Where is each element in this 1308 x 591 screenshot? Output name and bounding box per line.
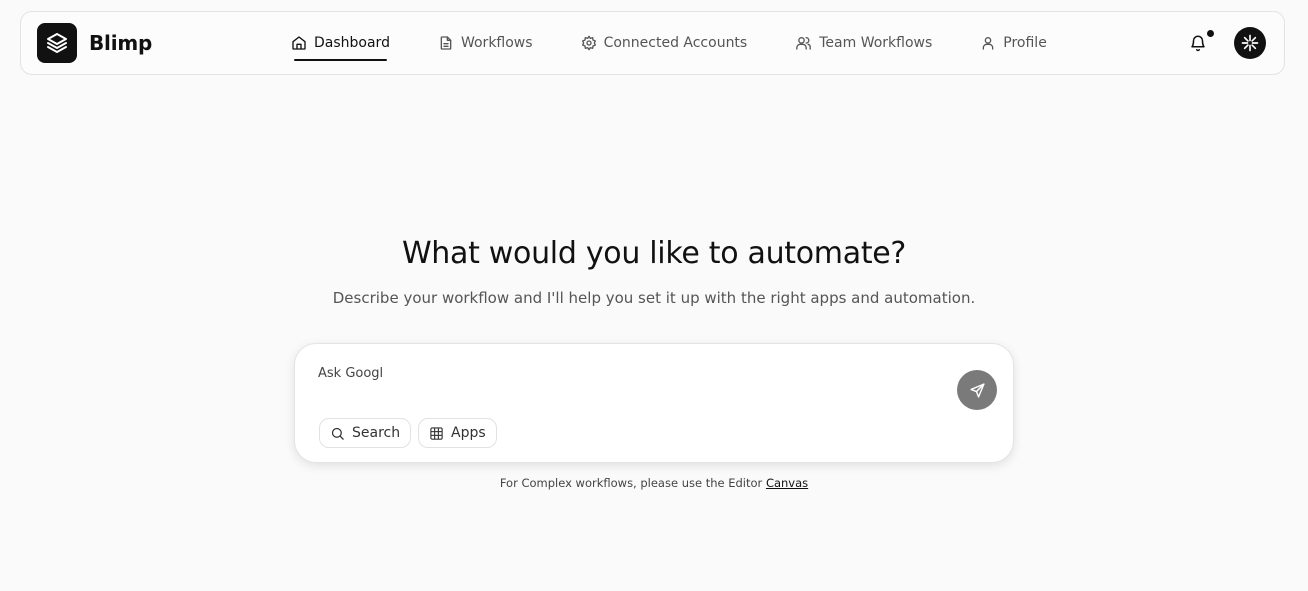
apps-chip[interactable]: Apps	[418, 418, 497, 448]
avatar[interactable]	[1234, 27, 1266, 59]
page-subtitle: Describe your workflow and I'll help you…	[332, 289, 976, 307]
footnote-text: For Complex workflows, please use the Ed…	[499, 476, 766, 490]
canvas-link[interactable]: Canvas	[766, 476, 808, 490]
document-icon	[440, 36, 452, 50]
nav-item-label: Workflows	[460, 35, 533, 51]
asterisk-icon	[1241, 34, 1259, 52]
user-icon	[982, 37, 994, 50]
nav-item-connected-accounts[interactable]: Connected Accounts	[581, 12, 748, 74]
prompt-input[interactable]	[318, 366, 938, 381]
nav-item-team-workflows[interactable]: Team Workflows	[795, 12, 932, 74]
nav-item-dashboard[interactable]: Dashboard	[291, 12, 390, 74]
nav-item-label: Team Workflows	[819, 35, 933, 51]
layers-icon	[47, 33, 67, 53]
send-button[interactable]	[957, 370, 997, 410]
home-icon	[292, 36, 306, 50]
nav-item-profile[interactable]: Profile	[980, 12, 1047, 74]
users-icon	[796, 37, 812, 50]
nav-item-label: Dashboard	[314, 35, 390, 51]
send-icon	[969, 382, 985, 398]
bell-icon	[1191, 35, 1205, 52]
chip-label: Apps	[451, 425, 486, 441]
notifications-button[interactable]	[1189, 34, 1209, 54]
brand-name: Blimp	[89, 31, 153, 55]
gear-icon	[581, 35, 596, 51]
nav-item-label: Profile	[1003, 35, 1047, 51]
footnote: For Complex workflows, please use the Ed…	[0, 476, 1308, 490]
grid-icon	[430, 426, 443, 440]
nav-item-label: Connected Accounts	[603, 35, 748, 51]
logo[interactable]	[37, 23, 77, 63]
top-navbar: Blimp Dashboard Workflows Connected Acco…	[20, 11, 1285, 75]
search-chip[interactable]: Search	[319, 418, 412, 448]
main-nav: Dashboard Workflows Connected Accounts T…	[291, 12, 1047, 74]
prompt-card: Search Apps	[294, 343, 1014, 463]
unread-indicator	[1207, 30, 1214, 37]
search-icon	[331, 427, 344, 440]
nav-item-workflows[interactable]: Workflows	[438, 12, 533, 74]
chip-label: Search	[352, 425, 401, 441]
page-title: What would you like to automate?	[401, 236, 907, 271]
